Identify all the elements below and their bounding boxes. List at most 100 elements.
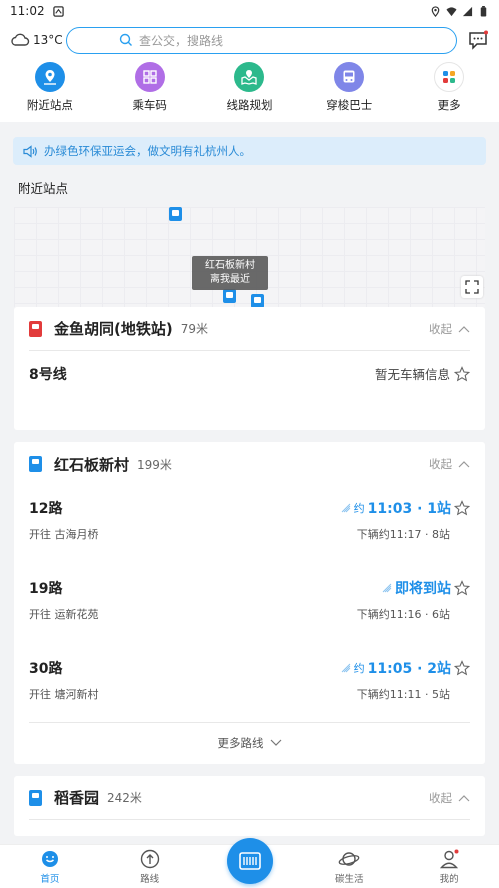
line-row[interactable]: 19路 开往 运新花苑 即将到站 下辆约11:16 · 6站	[29, 566, 470, 646]
chevron-down-icon	[270, 739, 281, 746]
quick-nearby-stops[interactable]: 附近站点	[10, 62, 90, 113]
station-card: 红石板新村 199米 收起 12路 开往 古海月桥 约 11:03 · 1站 下…	[14, 442, 485, 764]
bus-stop-pin[interactable]	[169, 207, 182, 221]
star-icon[interactable]	[454, 500, 470, 516]
section-title: 附近站点	[18, 181, 69, 196]
eta-prefix: 约	[353, 662, 365, 675]
metro-station-icon	[29, 320, 42, 337]
line-number: 19路	[29, 581, 63, 597]
tab-label: 路线	[140, 874, 160, 885]
nearby-map[interactable]: 红石板新村 离我最近	[14, 207, 485, 307]
tab-carbon-life[interactable]: 碳生活	[304, 848, 394, 888]
station-name: 稻香园	[54, 789, 100, 807]
quick-label: 乘车码	[132, 98, 167, 112]
quick-label: 线路规划	[226, 98, 273, 112]
chevron-up-icon	[458, 461, 470, 468]
location-status-icon	[431, 5, 440, 17]
ride-code-icon	[239, 852, 261, 870]
quick-shuttle-bus[interactable]: 穿梭巴士	[309, 62, 389, 113]
line-direction: 开往 塘河新村	[29, 688, 99, 701]
user-icon	[440, 849, 459, 869]
station-distance: 199米	[137, 457, 172, 472]
line-row[interactable]: 30路 开往 塘河新村 约 11:05 · 2站 下辆约11:11 · 5站	[29, 646, 470, 722]
bus-station-icon	[29, 456, 42, 472]
quick-actions: 附近站点 乘车码 线路规划 穿梭巴士 更多	[0, 58, 499, 122]
quick-label: 穿梭巴士	[326, 98, 373, 112]
station-name: 红石板新村	[54, 455, 130, 474]
qr-grid-icon	[134, 62, 165, 92]
tab-mine[interactable]: 我的	[404, 848, 494, 888]
line-number: 8号线	[29, 367, 67, 383]
tab-home[interactable]: 首页	[5, 848, 95, 888]
eta: 即将到站	[357, 578, 470, 598]
eta-value: 11:05 · 2站	[367, 661, 451, 677]
bus-stop-pin[interactable]	[223, 289, 236, 303]
collapse-label: 收起	[429, 790, 452, 805]
star-icon[interactable]	[454, 580, 470, 596]
realtime-signal-icon	[341, 663, 350, 673]
station-distance: 242米	[107, 791, 142, 805]
search-placeholder: 查公交，搜路线	[139, 33, 224, 48]
more-routes-button[interactable]: 更多路线	[29, 722, 470, 762]
weather-widget[interactable]: 13°C	[10, 32, 66, 48]
top-bar: 13°C 查公交，搜路线	[0, 22, 499, 58]
line-direction: 开往 运新花苑	[29, 608, 99, 621]
notice-text: 办绿色环保亚运会，做文明有礼杭州人。	[44, 144, 251, 158]
realtime-signal-icon	[341, 503, 350, 513]
tooltip-note: 离我最近	[210, 274, 250, 285]
collapse-button[interactable]: 收起	[429, 456, 470, 472]
collapse-label: 收起	[429, 321, 452, 336]
message-icon[interactable]	[467, 29, 489, 51]
line-direction: 开往 古海月桥	[29, 528, 99, 541]
next-bus: 下辆约11:16 · 6站	[356, 608, 450, 621]
next-bus: 下辆约11:17 · 8站	[356, 528, 450, 541]
battery-icon	[480, 5, 487, 17]
quick-route-planning[interactable]: 线路规划	[209, 62, 289, 113]
station-card: 稻香园 242米 收起	[14, 776, 485, 836]
expand-icon	[465, 280, 479, 294]
eta-value: 11:03 · 1站	[367, 501, 451, 517]
chevron-up-icon	[458, 794, 470, 801]
planet-icon	[338, 852, 360, 866]
bottom-tab-bar: 首页 路线 . 碳生活 我的	[0, 838, 499, 888]
more-routes-label: 更多路线	[217, 735, 264, 750]
realtime-signal-icon	[382, 583, 392, 593]
quick-more[interactable]: 更多	[409, 62, 489, 113]
tab-label: 我的	[439, 874, 459, 885]
map-tooltip: 红石板新村 离我最近	[192, 256, 268, 290]
eta: 约 11:05 · 2站	[341, 658, 470, 678]
station-header[interactable]: 稻香园 242米 收起	[29, 776, 470, 820]
bus-icon	[334, 62, 365, 92]
quick-label: 附近站点	[26, 98, 73, 112]
expand-map-button[interactable]	[461, 276, 483, 298]
line-number: 12路	[29, 501, 63, 517]
route-arrow-icon	[140, 849, 159, 869]
quick-label: 更多	[437, 98, 461, 112]
next-bus: 下辆约11:11 · 5站	[356, 688, 450, 701]
search-input[interactable]: 查公交，搜路线	[66, 26, 457, 54]
eta-prefix: 约	[353, 502, 365, 515]
search-icon	[119, 33, 132, 46]
station-header[interactable]: 金鱼胡同(地铁站) 79米 收起	[29, 307, 470, 351]
station-card: 金鱼胡同(地铁站) 79米 收起 8号线 暂无车辆信息	[14, 307, 485, 430]
notice-banner[interactable]: 办绿色环保亚运会，做文明有礼杭州人。	[13, 137, 486, 165]
eta: 约 11:03 · 1站	[341, 498, 470, 518]
collapse-button[interactable]: 收起	[429, 321, 470, 337]
line-row[interactable]: 8号线 暂无车辆信息	[29, 351, 470, 384]
cloud-icon	[11, 33, 30, 46]
tab-route[interactable]: 路线	[105, 848, 195, 888]
star-icon[interactable]	[454, 660, 470, 676]
status-bar: 11:02	[0, 0, 499, 22]
speaker-icon	[23, 144, 37, 158]
collapse-label: 收起	[429, 457, 452, 471]
line-row[interactable]: 12路 开往 古海月桥 约 11:03 · 1站 下辆约11:17 · 8站	[29, 486, 470, 566]
bus-stop-pin[interactable]	[251, 294, 264, 307]
quick-ride-code[interactable]: 乘车码	[110, 62, 190, 113]
collapse-button[interactable]: 收起	[429, 790, 470, 806]
line-status: 暂无车辆信息	[374, 367, 450, 382]
wifi-icon	[446, 6, 457, 16]
station-header[interactable]: 红石板新村 199米 收起	[29, 442, 470, 486]
star-icon[interactable]	[454, 365, 470, 382]
station-distance: 79米	[180, 322, 208, 336]
scan-ride-button[interactable]	[227, 838, 273, 884]
